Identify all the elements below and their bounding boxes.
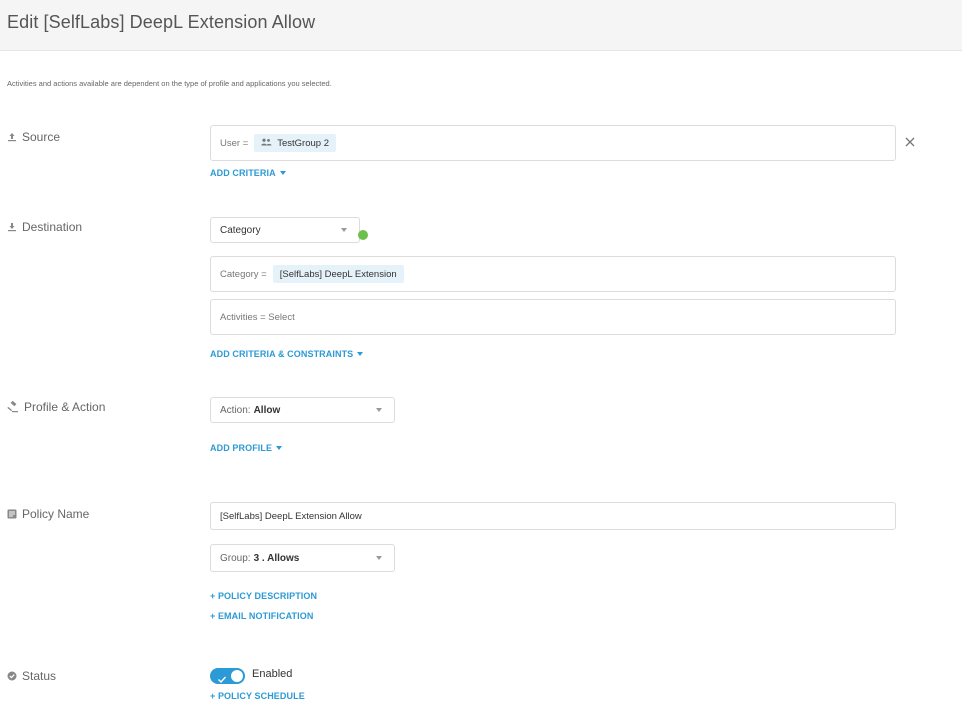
page-title: Edit [SelfLabs] DeepL Extension Allow bbox=[7, 12, 316, 32]
chevron-down-icon bbox=[341, 228, 347, 232]
policy-name-input[interactable]: [SelfLabs] DeepL Extension Allow bbox=[210, 502, 896, 530]
policy-description-label: + POLICY DESCRIPTION bbox=[210, 591, 318, 601]
policy-name-label: Policy Name bbox=[22, 507, 90, 521]
add-criteria-constraints-label: ADD CRITERIA & CONSTRAINTS bbox=[210, 349, 354, 359]
category-prefix: Category = bbox=[220, 268, 267, 280]
email-notification-link[interactable]: + EMAIL NOTIFICATION bbox=[210, 611, 313, 621]
action-select[interactable]: Action: Allow bbox=[210, 397, 395, 423]
category-chip-label: [SelfLabs] DeepL Extension bbox=[279, 268, 397, 280]
profile-action-label: Profile & Action bbox=[24, 400, 106, 414]
check-circle-icon bbox=[7, 671, 17, 681]
add-profile-label: ADD PROFILE bbox=[210, 443, 273, 453]
user-group-chip[interactable]: TestGroup 2 bbox=[254, 134, 336, 152]
add-criteria-constraints-link[interactable]: ADD CRITERIA & CONSTRAINTS bbox=[210, 349, 364, 359]
user-group-chip-label: TestGroup 2 bbox=[277, 137, 329, 149]
policy-schedule-label: + POLICY SCHEDULE bbox=[210, 691, 305, 701]
download-icon bbox=[7, 222, 17, 232]
action-value: Allow bbox=[253, 404, 281, 416]
page-header: Edit [SelfLabs] DeepL Extension Allow bbox=[0, 0, 962, 51]
policy-schedule-link[interactable]: + POLICY SCHEDULE bbox=[210, 691, 305, 701]
status-section-label: Status bbox=[7, 669, 56, 683]
group-value: 3 . Allows bbox=[253, 552, 300, 564]
activities-text: Activities = Select bbox=[220, 311, 295, 323]
document-icon bbox=[7, 509, 17, 519]
upload-icon bbox=[7, 132, 17, 142]
source-criteria-field[interactable]: User = TestGroup 2 bbox=[210, 125, 896, 161]
status-dot-icon bbox=[358, 230, 368, 240]
user-group-icon bbox=[261, 138, 272, 149]
close-icon[interactable] bbox=[903, 135, 917, 149]
add-criteria-link[interactable]: ADD CRITERIA bbox=[210, 168, 286, 178]
destination-section-label: Destination bbox=[7, 220, 82, 234]
check-icon bbox=[217, 671, 227, 689]
destination-type-value: Category bbox=[220, 224, 261, 236]
category-chip[interactable]: [SelfLabs] DeepL Extension bbox=[272, 265, 404, 283]
group-prefix: Group: bbox=[220, 552, 251, 564]
policy-name-section-label: Policy Name bbox=[7, 507, 89, 521]
chevron-down-icon bbox=[279, 171, 286, 175]
category-criteria-field[interactable]: Category = [SelfLabs] DeepL Extension bbox=[210, 256, 896, 292]
add-profile-link[interactable]: ADD PROFILE bbox=[210, 443, 283, 453]
source-criteria-prefix: User = bbox=[220, 137, 249, 149]
policy-name-value: [SelfLabs] DeepL Extension Allow bbox=[220, 510, 362, 522]
chevron-down-icon bbox=[376, 556, 382, 560]
action-prefix: Action: bbox=[220, 404, 251, 416]
profile-action-section-label: Profile & Action bbox=[7, 400, 105, 414]
status-label: Status bbox=[22, 669, 57, 683]
destination-label: Destination bbox=[22, 220, 83, 234]
status-toggle-label: Enabled bbox=[252, 668, 293, 680]
add-criteria-label: ADD CRITERIA bbox=[210, 168, 276, 178]
group-select[interactable]: Group: 3 . Allows bbox=[210, 544, 395, 572]
chevron-down-icon bbox=[376, 408, 382, 412]
email-notification-label: + EMAIL NOTIFICATION bbox=[210, 611, 314, 621]
policy-description-link[interactable]: + POLICY DESCRIPTION bbox=[210, 591, 317, 601]
activities-field[interactable]: Activities = Select bbox=[210, 299, 896, 335]
destination-type-select[interactable]: Category bbox=[210, 217, 360, 243]
toggle-knob bbox=[231, 670, 243, 682]
gavel-icon bbox=[7, 401, 19, 413]
chevron-down-icon bbox=[357, 352, 364, 356]
source-section-label: Source bbox=[7, 130, 60, 144]
intro-text: Activities and actions available are dep… bbox=[7, 79, 332, 88]
status-toggle[interactable] bbox=[210, 668, 245, 684]
chevron-down-icon bbox=[276, 446, 283, 450]
source-label: Source bbox=[22, 130, 61, 144]
